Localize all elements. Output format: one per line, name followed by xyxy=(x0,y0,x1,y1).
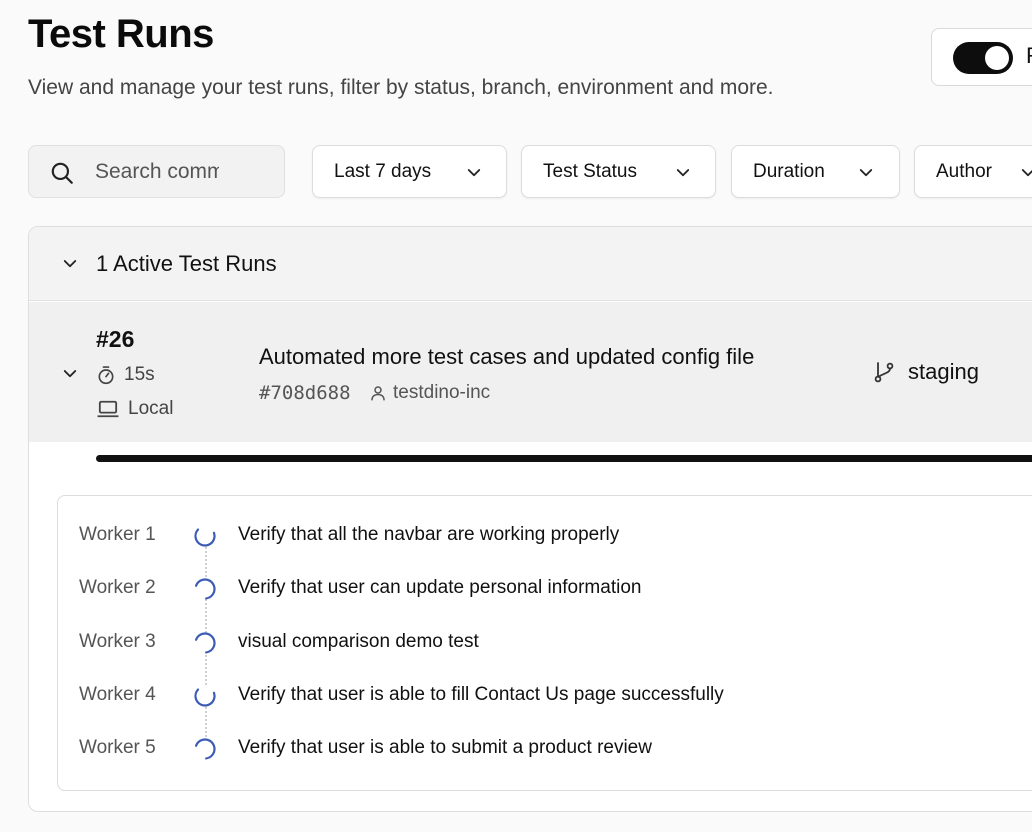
duration-label: Duration xyxy=(753,161,825,182)
chevron-down-icon xyxy=(1021,169,1032,177)
worker-test-name[interactable]: Verify that user can update personal inf… xyxy=(238,577,641,599)
commit-hash[interactable]: #708d688 xyxy=(259,382,351,404)
worker-test-name[interactable]: Verify that user is able to submit a pro… xyxy=(238,737,652,759)
duration-dropdown[interactable]: Duration xyxy=(731,145,900,198)
page-subtitle: View and manage your test runs, filter b… xyxy=(28,76,774,99)
run-progress-bar xyxy=(96,455,1032,462)
worker-row[interactable]: Worker 2 Verify that user can update pers… xyxy=(58,569,1032,609)
test-runs-page: Test Runs View and manage your test runs… xyxy=(0,0,1032,832)
test-run-row[interactable]: #26 15s Local Automated more test cases … xyxy=(29,302,1032,442)
search-input[interactable] xyxy=(95,158,219,186)
run-duration: 15s xyxy=(96,364,155,386)
spinner-icon xyxy=(194,632,216,654)
spinner-icon xyxy=(194,525,216,547)
chevron-down-icon xyxy=(859,169,873,177)
toggle-knob xyxy=(985,46,1009,70)
worker-test-name[interactable]: Verify that all the navbar are working p… xyxy=(238,524,619,546)
chevron-down-icon xyxy=(467,169,481,177)
chevron-down-icon[interactable] xyxy=(61,255,79,273)
worker-label: Worker 3 xyxy=(79,631,156,652)
commit-author: testdino-inc xyxy=(369,382,490,404)
active-runs-title: 1 Active Test Runs xyxy=(96,251,277,276)
toggle-label: R xyxy=(1026,43,1032,69)
laptop-icon xyxy=(97,400,119,418)
worker-label: Worker 4 xyxy=(79,684,156,705)
commit-message[interactable]: Automated more test cases and updated co… xyxy=(259,344,754,370)
worker-label: Worker 1 xyxy=(79,524,156,545)
timer-icon xyxy=(98,366,114,385)
page-title: Test Runs xyxy=(28,12,214,56)
worker-row[interactable]: Worker 5 Verify that user is able to subm… xyxy=(58,729,1032,769)
toggle-card: R xyxy=(931,28,1032,86)
spinner-icon xyxy=(194,738,216,760)
test-status-dropdown[interactable]: Test Status xyxy=(521,145,716,198)
spinner-icon xyxy=(194,578,216,600)
worker-label: Worker 5 xyxy=(79,737,156,758)
date-range-label: Last 7 days xyxy=(334,161,432,182)
worker-row[interactable]: Worker 1 Verify that all the navbar are w… xyxy=(58,516,1032,556)
run-environment-value: Local xyxy=(128,398,174,419)
active-runs-header[interactable]: 1 Active Test Runs xyxy=(29,227,1032,301)
worker-test-name[interactable]: Verify that user is able to fill Contact… xyxy=(238,684,724,706)
chevron-down-icon xyxy=(676,169,690,177)
search-icon xyxy=(51,162,73,184)
author-label: Author xyxy=(936,161,992,182)
chevron-down-icon[interactable] xyxy=(61,365,79,383)
active-runs-card: 1 Active Test Runs #26 15s Local Automat… xyxy=(28,226,1032,812)
user-icon xyxy=(371,386,385,401)
test-status-label: Test Status xyxy=(543,161,637,182)
branch-info: staging xyxy=(872,359,979,385)
git-branch-icon xyxy=(874,362,894,383)
commit-author-name: testdino-inc xyxy=(393,382,491,403)
author-dropdown[interactable]: Author xyxy=(914,145,1032,198)
workers-panel: Worker 1 Verify that all the navbar are w… xyxy=(57,495,1032,791)
run-number: #26 xyxy=(96,326,135,352)
branch-name: staging xyxy=(908,359,979,384)
worker-row[interactable]: Worker 4 Verify that user is able to fill… xyxy=(58,676,1032,716)
worker-test-name[interactable]: visual comparison demo test xyxy=(238,631,479,653)
date-range-dropdown[interactable]: Last 7 days xyxy=(312,145,507,198)
worker-row[interactable]: Worker 3 visual comparison demo test xyxy=(58,623,1032,663)
toggle-switch[interactable] xyxy=(953,42,1013,74)
run-duration-value: 15s xyxy=(124,364,155,385)
spinner-icon xyxy=(194,685,216,707)
worker-label: Worker 2 xyxy=(79,577,156,598)
search-box[interactable] xyxy=(28,145,285,198)
run-environment: Local xyxy=(96,398,173,420)
